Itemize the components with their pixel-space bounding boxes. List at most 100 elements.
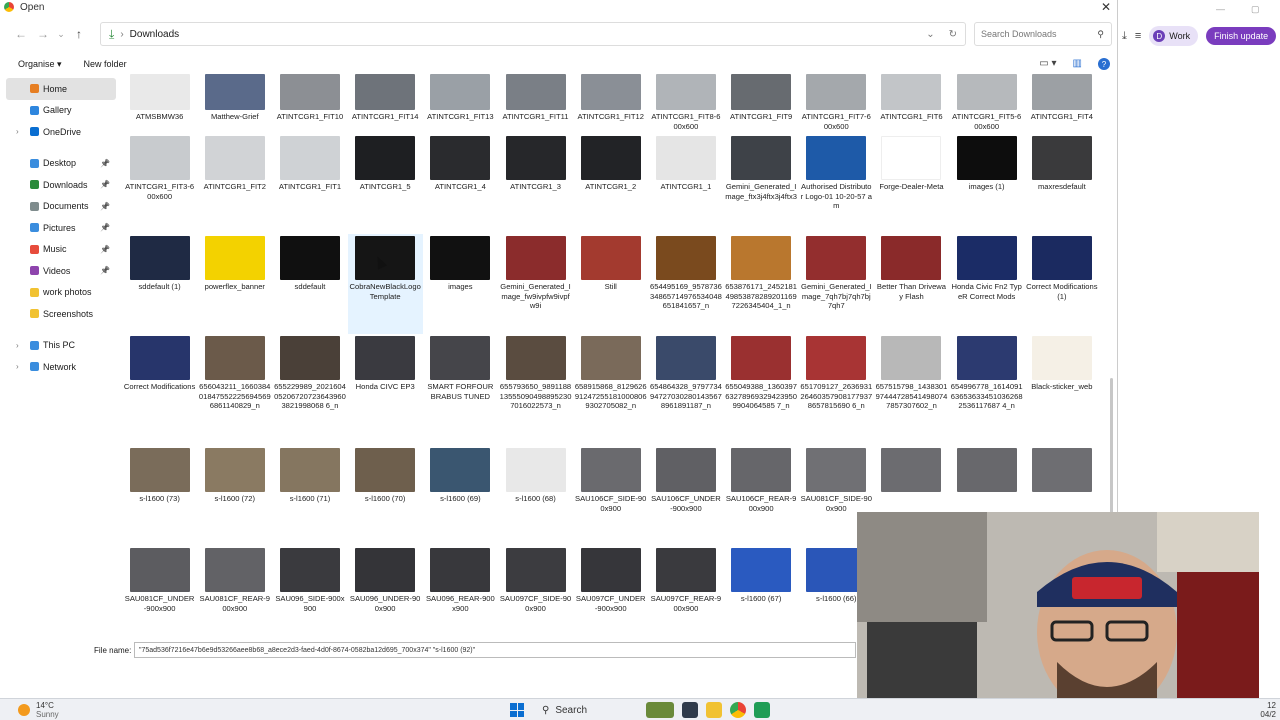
file-tile[interactable]: Gemini_Generated_Image_fw9ivpfw9ivpfw9i [498,234,573,334]
sidebar-item-gallery[interactable]: Gallery [6,100,116,122]
expand-chevron-icon[interactable]: › [16,362,19,371]
file-tile[interactable]: ATINTCGR1_FIT9 [724,74,799,134]
close-icon[interactable]: ✕ [1101,0,1111,14]
sidebar-item-pictures[interactable]: Pictures 📌 [6,217,116,239]
new-folder-button[interactable]: New folder [84,59,127,69]
file-name-input[interactable]: "75ad536f7216e47b6e9d53266aee8b68_a8ece2… [134,642,856,658]
file-tile[interactable]: SAU096_REAR-900x900 [423,546,498,626]
expand-chevron-icon[interactable]: › [16,127,19,136]
file-tile[interactable]: Gemini_Generated_Image_7qh7bj7qh7bj7qh7 [799,234,874,334]
file-tile[interactable]: SAU096_SIDE-900x900 [272,546,347,626]
file-tile[interactable]: sddefault [272,234,347,334]
file-tile[interactable]: ATMSBMW36 [122,74,197,134]
view-options-icon[interactable]: ▭ ▾ [1039,58,1056,70]
work-profile-button[interactable]: D Work [1149,26,1199,46]
file-tile[interactable]: SAU081CF_REAR-900x900 [197,546,272,626]
file-tile[interactable]: 655793650_989118813555090498895230701602… [498,334,573,446]
sidebar-item-downloads[interactable]: Downloads 📌 [6,174,116,196]
file-tile[interactable]: Gemini_Generated_Image_ftx3j4ftx3j4ftx3 [724,134,799,234]
preview-pane-icon[interactable]: ▥ [1073,58,1082,70]
file-tile[interactable]: Correct Modifications [122,334,197,446]
minimize-icon[interactable]: — [1216,4,1225,15]
file-tile[interactable]: Better Than Driveway Flash [874,234,949,334]
file-tile[interactable]: SAU081CF_UNDER-900x900 [122,546,197,626]
file-tile[interactable]: 654864328_979773494727030280143567896189… [648,334,723,446]
sidebar-item-documents[interactable]: Documents 📌 [6,196,116,218]
file-tile[interactable]: ATINTCGR1_3 [498,134,573,234]
windows-start-icon[interactable] [510,703,524,717]
file-tile[interactable]: 658915868_812962691247255181000806930270… [573,334,648,446]
file-tile[interactable]: Forge-Dealer-Meta [874,134,949,234]
task-view-icon[interactable] [682,702,698,718]
file-tile[interactable]: SAU097CF_REAR-900x900 [648,546,723,626]
clock[interactable]: 12 04/2 [1260,701,1276,719]
organise-button[interactable]: Organise ▾ [18,59,62,70]
file-tile[interactable]: 651709127_263693126460357908177937865781… [799,334,874,446]
sidebar-item-this-pc[interactable]: › This PC [6,335,116,357]
breadcrumb-downloads[interactable]: Downloads [130,29,179,40]
file-tile[interactable]: s-l1600 (73) [122,446,197,546]
file-tile[interactable]: s-l1600 (67) [724,546,799,626]
widget-icon[interactable] [646,702,674,718]
file-tile[interactable]: ATINTCGR1_FIT10 [272,74,347,134]
file-tile[interactable]: sddefault (1) [122,234,197,334]
sidebar-item-videos[interactable]: Videos 📌 [6,260,116,282]
sidebar-item-screenshots[interactable]: Screenshots [6,303,116,325]
tab-list-icon[interactable]: ≡ [1135,30,1141,42]
sidebar-item-music[interactable]: Music 📌 [6,239,116,261]
file-tile[interactable]: ATINTCGR1_FIT1 [272,134,347,234]
maximize-icon[interactable]: ▢ [1251,4,1260,15]
file-tile[interactable]: ATINTCGR1_FIT11 [498,74,573,134]
file-tile[interactable]: SAU097CF_UNDER-900x900 [573,546,648,626]
file-tile[interactable]: maxresdefault [1024,134,1099,234]
file-tile[interactable]: s-l1600 (68) [498,446,573,546]
finish-update-button[interactable]: Finish update [1206,27,1277,45]
weather-widget[interactable]: 14°C Sunny [18,701,59,719]
file-tile[interactable]: images [423,234,498,334]
sidebar-item-home[interactable]: Home [6,78,116,100]
help-icon[interactable]: ? [1098,58,1110,70]
file-tile[interactable]: ATINTCGR1_FIT12 [573,74,648,134]
file-tile[interactable]: Honda CIVC EP3 [348,334,423,446]
back-arrow-icon[interactable]: ← [10,23,32,45]
file-tile[interactable]: Matthew-Grief [197,74,272,134]
file-tile[interactable]: 654996778_161409163653633451036268253611… [949,334,1024,446]
file-tile[interactable]: s-l1600 (69) [423,446,498,546]
file-tile[interactable]: 657515798_143830197444728541498074785730… [874,334,949,446]
file-tile[interactable]: 653876171_245218149853878289201169722634… [724,234,799,334]
file-tile[interactable]: Correct Modifications (1) [1024,234,1099,334]
address-dropdown-icon[interactable]: ⌄ [926,29,934,40]
file-tile[interactable]: Honda Civic Fn2 TypeR Correct Mods [949,234,1024,334]
file-tile[interactable]: Authorised Distributor Logo-01 10-20-57 … [799,134,874,234]
file-tile[interactable]: ATINTCGR1_5 [348,134,423,234]
file-tile[interactable]: 656043211_166038401847552225694569686114… [197,334,272,446]
file-tile[interactable]: s-l1600 (72) [197,446,272,546]
file-tile[interactable]: Still [573,234,648,334]
file-tile[interactable]: SAU106CF_REAR-900x900 [724,446,799,546]
taskbar-search[interactable]: ⚲ Search [536,701,656,719]
up-arrow-icon[interactable]: ↑ [68,23,90,45]
file-tile[interactable]: 655049388_136039763278969329423950990406… [724,334,799,446]
file-tile[interactable]: ATINTCGR1_FIT13 [423,74,498,134]
chrome-icon[interactable] [730,702,746,718]
file-tile[interactable]: ATINTCGR1_FIT3-600x600 [122,134,197,234]
refresh-icon[interactable]: ↻ [949,29,957,40]
file-tile[interactable]: ATINTCGR1_4 [423,134,498,234]
file-tile[interactable]: images (1) [949,134,1024,234]
expand-chevron-icon[interactable]: › [16,341,19,350]
file-tile[interactable]: ATINTCGR1_1 [648,134,723,234]
file-tile[interactable]: ATINTCGR1_FIT7-600x600 [799,74,874,134]
file-tile[interactable]: s-l1600 (70) [348,446,423,546]
address-bar[interactable]: ⤓ › Downloads ⌄ ↻ [100,22,966,46]
file-tile[interactable]: ATINTCGR1_2 [573,134,648,234]
file-tile[interactable]: ATINTCGR1_FIT8-600x600 [648,74,723,134]
file-tile[interactable]: 654495169_957873634865714976534048651841… [648,234,723,334]
file-tile[interactable]: SAU096_UNDER-900x900 [348,546,423,626]
file-tile[interactable]: SMART FORFOUR BRABUS TUNED [423,334,498,446]
sidebar-item-desktop[interactable]: Desktop 📌 [6,153,116,175]
file-tile[interactable]: CobraNewBlackLogoTemplate [347,234,423,334]
download-icon[interactable]: ⤓ [1122,30,1127,43]
file-tile[interactable]: 655229989_202160405206720723643960382199… [272,334,347,446]
search-input[interactable]: Search Downloads ⚲ [974,22,1112,46]
file-tile[interactable]: SAU097CF_SIDE-900x900 [498,546,573,626]
